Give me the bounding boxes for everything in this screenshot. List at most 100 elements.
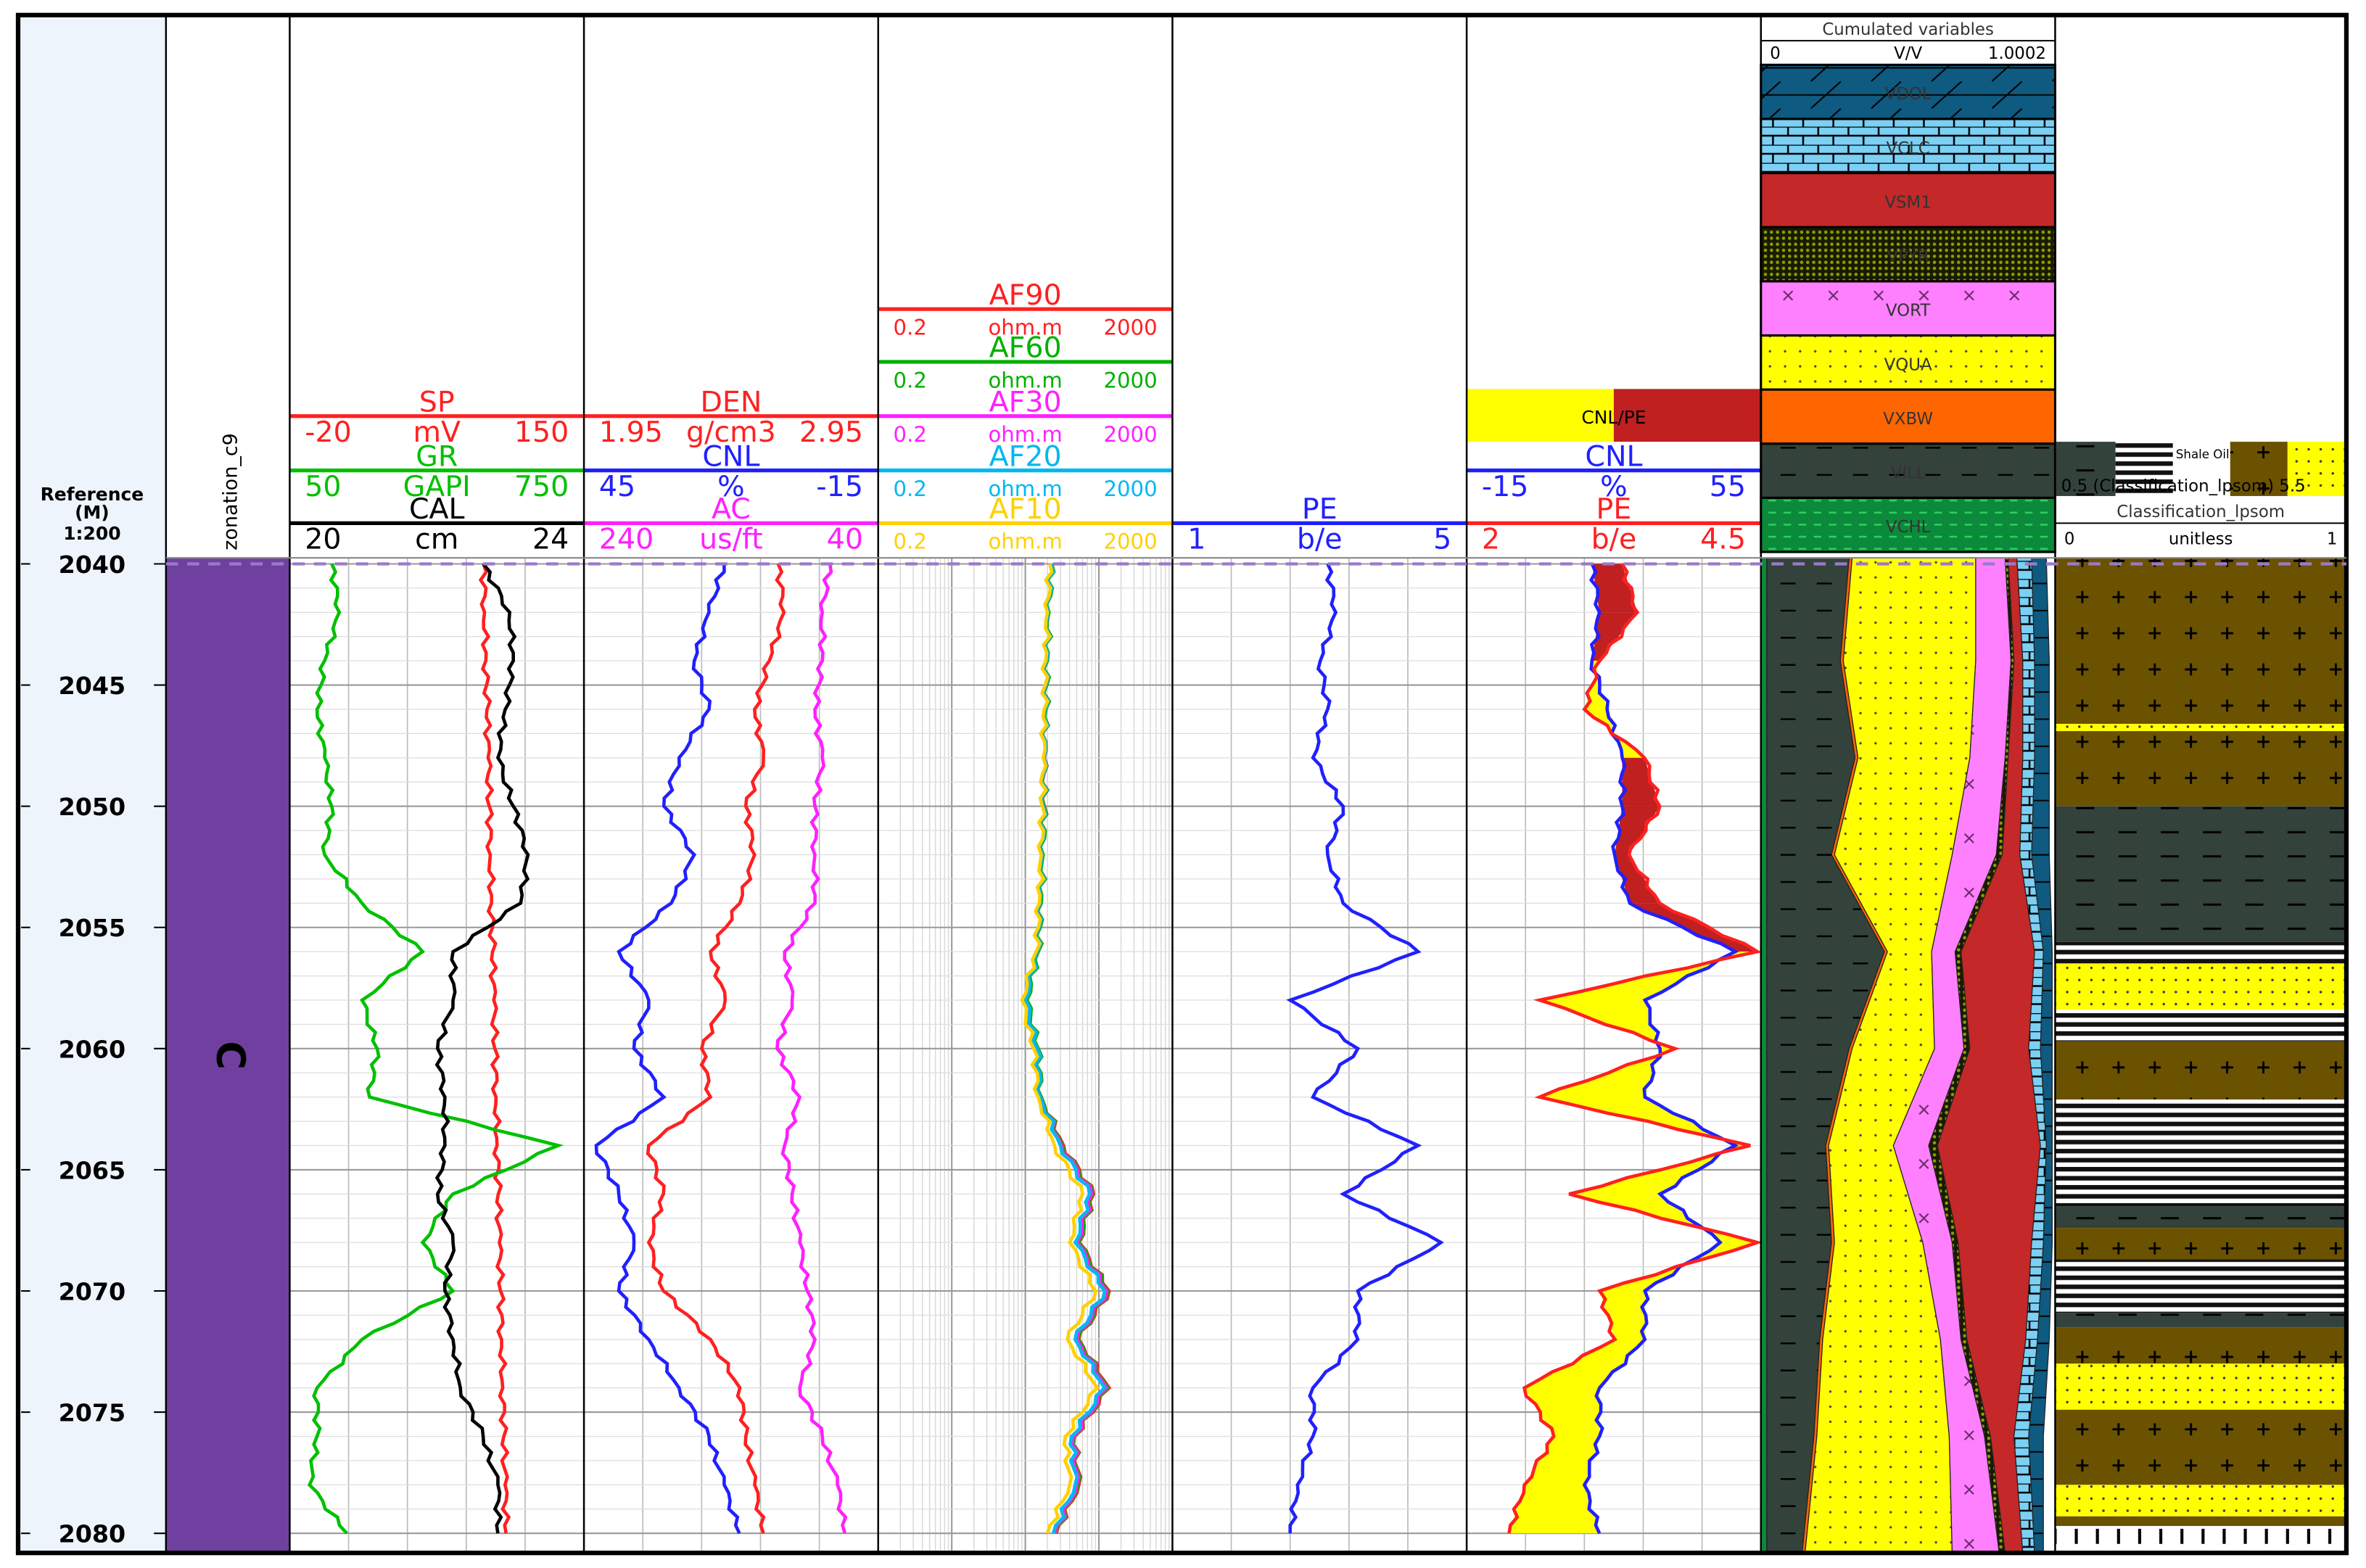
curve-scale-max: 24: [532, 523, 569, 556]
cumulated-legend-label: VORT: [1886, 302, 1931, 321]
curve-name: PE: [1596, 492, 1632, 526]
classification-max: 1: [2327, 529, 2338, 548]
curve-scale-max: 2000: [1104, 315, 1158, 340]
depth-track-background: [17, 15, 166, 1553]
curve-scale-max: 2000: [1104, 422, 1158, 447]
curve-scale-max: 2000: [1104, 368, 1158, 392]
curve-name: AF20: [989, 440, 1062, 473]
classification-interval: [2055, 731, 2346, 806]
classification-interval: [2055, 1363, 2346, 1410]
curve-scale-max: -15: [816, 470, 863, 503]
curve-name: AF90: [989, 278, 1062, 312]
curve-name: CNL: [702, 440, 759, 473]
curve-fills: [1509, 557, 2346, 1553]
cumulated-unit: V/V: [1894, 44, 1922, 63]
cumulated-title: Cumulated variables: [1822, 20, 1994, 39]
cumulated-max: 1.0002: [1988, 44, 2046, 63]
depth-label: 2060: [59, 1035, 126, 1063]
depth-label: 2065: [59, 1156, 126, 1184]
fill-legend-label: CNL/PE: [1581, 407, 1646, 428]
curve-scale-max: 2000: [1104, 529, 1158, 554]
track-headers: SP-20 mV 150GR50 GAPI 750CAL20 cm 24DEN1.95 g/c…: [289, 20, 2346, 556]
curve-scale-min: 50: [305, 470, 341, 503]
classification-interval: [2055, 1327, 2346, 1364]
curve-name: SP: [419, 386, 455, 419]
depth-label: 2040: [59, 550, 126, 579]
curve-scale-min: 45: [599, 470, 635, 503]
classification-title: Classification_lpsom: [2116, 503, 2285, 521]
classification-interval: [2055, 1313, 2346, 1328]
curve-scale-max: 40: [827, 523, 863, 556]
classification-interval: [2055, 941, 2346, 964]
curve-name: AF60: [989, 331, 1062, 365]
classification-interval: [2055, 1526, 2346, 1553]
curve-name: AF10: [989, 492, 1062, 526]
curve-unit: b/e: [1297, 523, 1343, 556]
depth-label: 2045: [59, 672, 126, 700]
curve-scale-min: 1: [1187, 523, 1205, 556]
classification-min: 0: [2064, 529, 2075, 548]
cumulated-legend-label: VCLC: [1886, 139, 1929, 158]
curve-scale-max: 2.95: [799, 416, 863, 449]
curve-scale-min: 0.2: [894, 315, 927, 340]
curve-scale-max: 55: [1710, 470, 1746, 503]
classification-legend-label: Shale Oil: [2176, 447, 2230, 461]
well-log-plot: SP-20 mV 150GR50 GAPI 750CAL20 cm 24DEN1.95 g/c…: [15, 12, 2349, 1556]
depth-label: 2050: [59, 793, 126, 821]
curve-scale-min: 0.2: [894, 529, 927, 554]
cumulated-legend-label: VCHL: [1886, 518, 1931, 537]
classification-interval: [2055, 1259, 2346, 1313]
curve-scale-max: 750: [514, 470, 569, 503]
curve-scale-min: 0.2: [894, 476, 927, 501]
cumulated-legend-label: VDOL: [1885, 85, 1932, 104]
depth-label: 2075: [59, 1399, 126, 1427]
curve-name: PE: [1302, 492, 1337, 526]
cumulated-legend-label: VILL: [1891, 464, 1926, 483]
curve-scale-max: 2000: [1104, 476, 1158, 501]
curve-unit: us/ft: [699, 523, 763, 556]
curve-name: DEN: [700, 386, 762, 419]
curve-scale-min: 1.95: [599, 416, 663, 449]
classification-interval: [2055, 1228, 2346, 1260]
classification-interval: [2055, 963, 2346, 1010]
curve-name: GR: [416, 440, 458, 473]
curve-name: CNL: [1585, 440, 1642, 473]
curve-scale-max: 4.5: [1700, 523, 1746, 556]
curve-scale-min: -15: [1482, 470, 1529, 503]
classification-interval: [2055, 1409, 2346, 1485]
depth-label: 2080: [59, 1520, 126, 1548]
curve-name: CAL: [409, 492, 465, 526]
curve-scale-min: 0.2: [894, 422, 927, 447]
depth-unit: (M): [75, 502, 110, 523]
curve-scale-max: 150: [514, 416, 569, 449]
classification-interval: [2055, 1010, 2346, 1041]
depth-label: 2070: [59, 1277, 126, 1305]
curve-name: AC: [712, 492, 751, 526]
curve-unit: b/e: [1591, 523, 1637, 556]
classification-interval: [2055, 1206, 2346, 1229]
depth-scale: 1:200: [63, 523, 120, 544]
classification-unit: unitless: [2169, 529, 2233, 548]
curve-scale-max: 5: [1433, 523, 1451, 556]
curve-unit: ohm.m: [988, 529, 1062, 554]
depth-label: 2055: [59, 914, 126, 942]
curve-unit: cm: [415, 523, 458, 556]
curve-scale-min: 2: [1482, 523, 1500, 556]
classification-range: 0.5 (Classification_lpsom) 5.5: [2061, 477, 2306, 496]
curve-name: AF30: [989, 386, 1062, 419]
zonation-track: zonation_c9 C: [165, 433, 290, 1553]
curve-scale-min: 0.2: [894, 368, 927, 392]
cumulated-legend-label: VQUA: [1884, 355, 1932, 374]
classification-interval: [2055, 1041, 2346, 1100]
cumulated-legend-label: VXBW: [1883, 410, 1933, 429]
classification-interval: [2055, 1099, 2346, 1207]
classification-interval: [2055, 806, 2346, 942]
cumulated-legend-label: VSM1: [1884, 193, 1931, 212]
curve-scale-min: -20: [305, 416, 352, 449]
curve-scale-min: 240: [599, 523, 654, 556]
cumulated-min: 0: [1770, 44, 1781, 63]
zone-label: C: [208, 1041, 254, 1070]
classification-interval: [2055, 724, 2346, 732]
classification-interval: [2055, 1516, 2346, 1527]
cumulated-legend-label: VPYR: [1887, 247, 1929, 266]
